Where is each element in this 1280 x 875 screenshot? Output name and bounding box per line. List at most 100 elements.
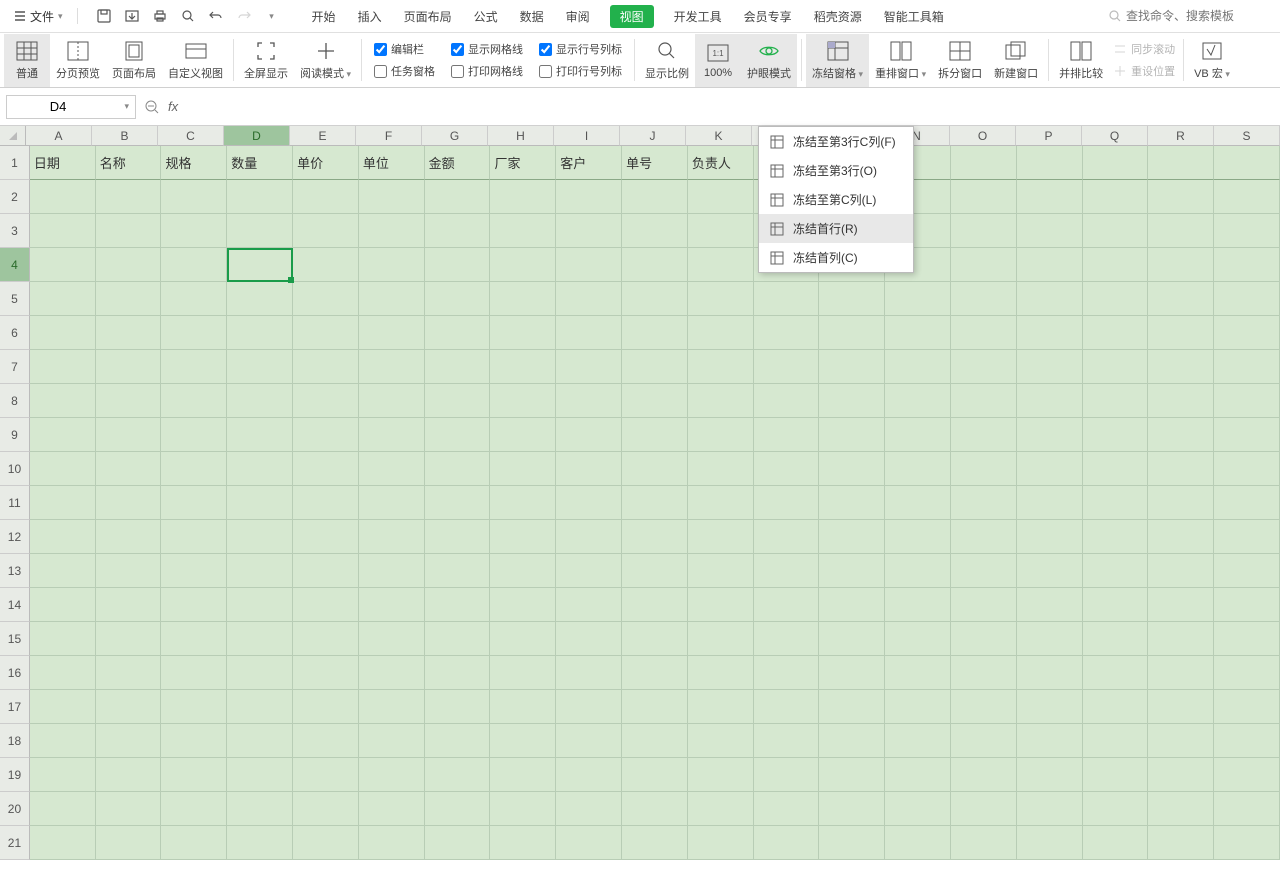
cell-J10[interactable] — [622, 452, 688, 486]
cell-D2[interactable] — [227, 180, 293, 214]
cell-I3[interactable] — [556, 214, 622, 248]
cell-R3[interactable] — [1148, 214, 1214, 248]
cell-B19[interactable] — [96, 758, 162, 792]
cell-O8[interactable] — [951, 384, 1017, 418]
cell-Q14[interactable] — [1083, 588, 1149, 622]
cell-F3[interactable] — [359, 214, 425, 248]
cell-F19[interactable] — [359, 758, 425, 792]
cell-Q16[interactable] — [1083, 656, 1149, 690]
cell-P9[interactable] — [1017, 418, 1083, 452]
cell-H16[interactable] — [490, 656, 556, 690]
cell-E7[interactable] — [293, 350, 359, 384]
cell-B10[interactable] — [96, 452, 162, 486]
cell-J4[interactable] — [622, 248, 688, 282]
redo-icon[interactable] — [234, 6, 254, 26]
cell-D9[interactable] — [227, 418, 293, 452]
cell-C13[interactable] — [161, 554, 227, 588]
cell-R4[interactable] — [1148, 248, 1214, 282]
cell-P4[interactable] — [1017, 248, 1083, 282]
output-icon[interactable] — [122, 6, 142, 26]
cell-B3[interactable] — [96, 214, 162, 248]
row-header-15[interactable]: 15 — [0, 622, 30, 656]
cell-H17[interactable] — [490, 690, 556, 724]
cell-M6[interactable] — [819, 316, 885, 350]
cell-L10[interactable] — [754, 452, 820, 486]
cell-R12[interactable] — [1148, 520, 1214, 554]
cell-C5[interactable] — [161, 282, 227, 316]
cell-C3[interactable] — [161, 214, 227, 248]
cell-J16[interactable] — [622, 656, 688, 690]
cell-G5[interactable] — [425, 282, 491, 316]
column-header-I[interactable]: I — [554, 126, 620, 146]
tab-developer[interactable]: 开发工具 — [672, 4, 724, 29]
cell-H19[interactable] — [490, 758, 556, 792]
cell-H6[interactable] — [490, 316, 556, 350]
cell-K10[interactable] — [688, 452, 754, 486]
cell-P10[interactable] — [1017, 452, 1083, 486]
cell-L14[interactable] — [754, 588, 820, 622]
cell-A5[interactable] — [30, 282, 96, 316]
cell-N20[interactable] — [885, 792, 951, 826]
cell-O19[interactable] — [951, 758, 1017, 792]
cell-K8[interactable] — [688, 384, 754, 418]
cell-B1[interactable]: 名称 — [96, 146, 162, 180]
cell-R19[interactable] — [1148, 758, 1214, 792]
cell-B13[interactable] — [96, 554, 162, 588]
cell-E6[interactable] — [293, 316, 359, 350]
cell-F15[interactable] — [359, 622, 425, 656]
cell-Q3[interactable] — [1083, 214, 1149, 248]
cell-S18[interactable] — [1214, 724, 1280, 758]
cell-L13[interactable] — [754, 554, 820, 588]
cell-F8[interactable] — [359, 384, 425, 418]
cell-F6[interactable] — [359, 316, 425, 350]
cell-P6[interactable] — [1017, 316, 1083, 350]
row-header-19[interactable]: 19 — [0, 758, 30, 792]
column-header-K[interactable]: K — [686, 126, 752, 146]
cell-G19[interactable] — [425, 758, 491, 792]
cell-A7[interactable] — [30, 350, 96, 384]
cell-S6[interactable] — [1214, 316, 1280, 350]
cell-S11[interactable] — [1214, 486, 1280, 520]
cell-R10[interactable] — [1148, 452, 1214, 486]
cell-G9[interactable] — [425, 418, 491, 452]
cell-D15[interactable] — [227, 622, 293, 656]
cell-L19[interactable] — [754, 758, 820, 792]
cell-Q12[interactable] — [1083, 520, 1149, 554]
cell-H21[interactable] — [490, 826, 556, 860]
cell-C21[interactable] — [161, 826, 227, 860]
cell-R8[interactable] — [1148, 384, 1214, 418]
column-header-C[interactable]: C — [158, 126, 224, 146]
file-menu[interactable]: 文件 ▾ — [8, 6, 69, 27]
freeze-option-2[interactable]: 冻结至第C列(L) — [759, 185, 913, 214]
print-headings-checkbox[interactable]: 打印行号列标 — [539, 63, 622, 79]
cell-N14[interactable] — [885, 588, 951, 622]
tab-docer[interactable]: 稻壳资源 — [812, 4, 864, 29]
cell-I6[interactable] — [556, 316, 622, 350]
cell-O15[interactable] — [951, 622, 1017, 656]
cell-R21[interactable] — [1148, 826, 1214, 860]
cell-E5[interactable] — [293, 282, 359, 316]
cell-O13[interactable] — [951, 554, 1017, 588]
cell-S5[interactable] — [1214, 282, 1280, 316]
cell-H7[interactable] — [490, 350, 556, 384]
row-header-13[interactable]: 13 — [0, 554, 30, 588]
cell-P15[interactable] — [1017, 622, 1083, 656]
cell-F21[interactable] — [359, 826, 425, 860]
cell-N21[interactable] — [885, 826, 951, 860]
cell-M7[interactable] — [819, 350, 885, 384]
cell-G3[interactable] — [425, 214, 491, 248]
cell-O3[interactable] — [951, 214, 1017, 248]
cell-C18[interactable] — [161, 724, 227, 758]
cell-B5[interactable] — [96, 282, 162, 316]
cell-B15[interactable] — [96, 622, 162, 656]
cell-H13[interactable] — [490, 554, 556, 588]
cell-G15[interactable] — [425, 622, 491, 656]
cell-A15[interactable] — [30, 622, 96, 656]
cell-F5[interactable] — [359, 282, 425, 316]
cell-I13[interactable] — [556, 554, 622, 588]
cell-I18[interactable] — [556, 724, 622, 758]
cell-L16[interactable] — [754, 656, 820, 690]
cell-C9[interactable] — [161, 418, 227, 452]
cell-G10[interactable] — [425, 452, 491, 486]
column-header-P[interactable]: P — [1016, 126, 1082, 146]
